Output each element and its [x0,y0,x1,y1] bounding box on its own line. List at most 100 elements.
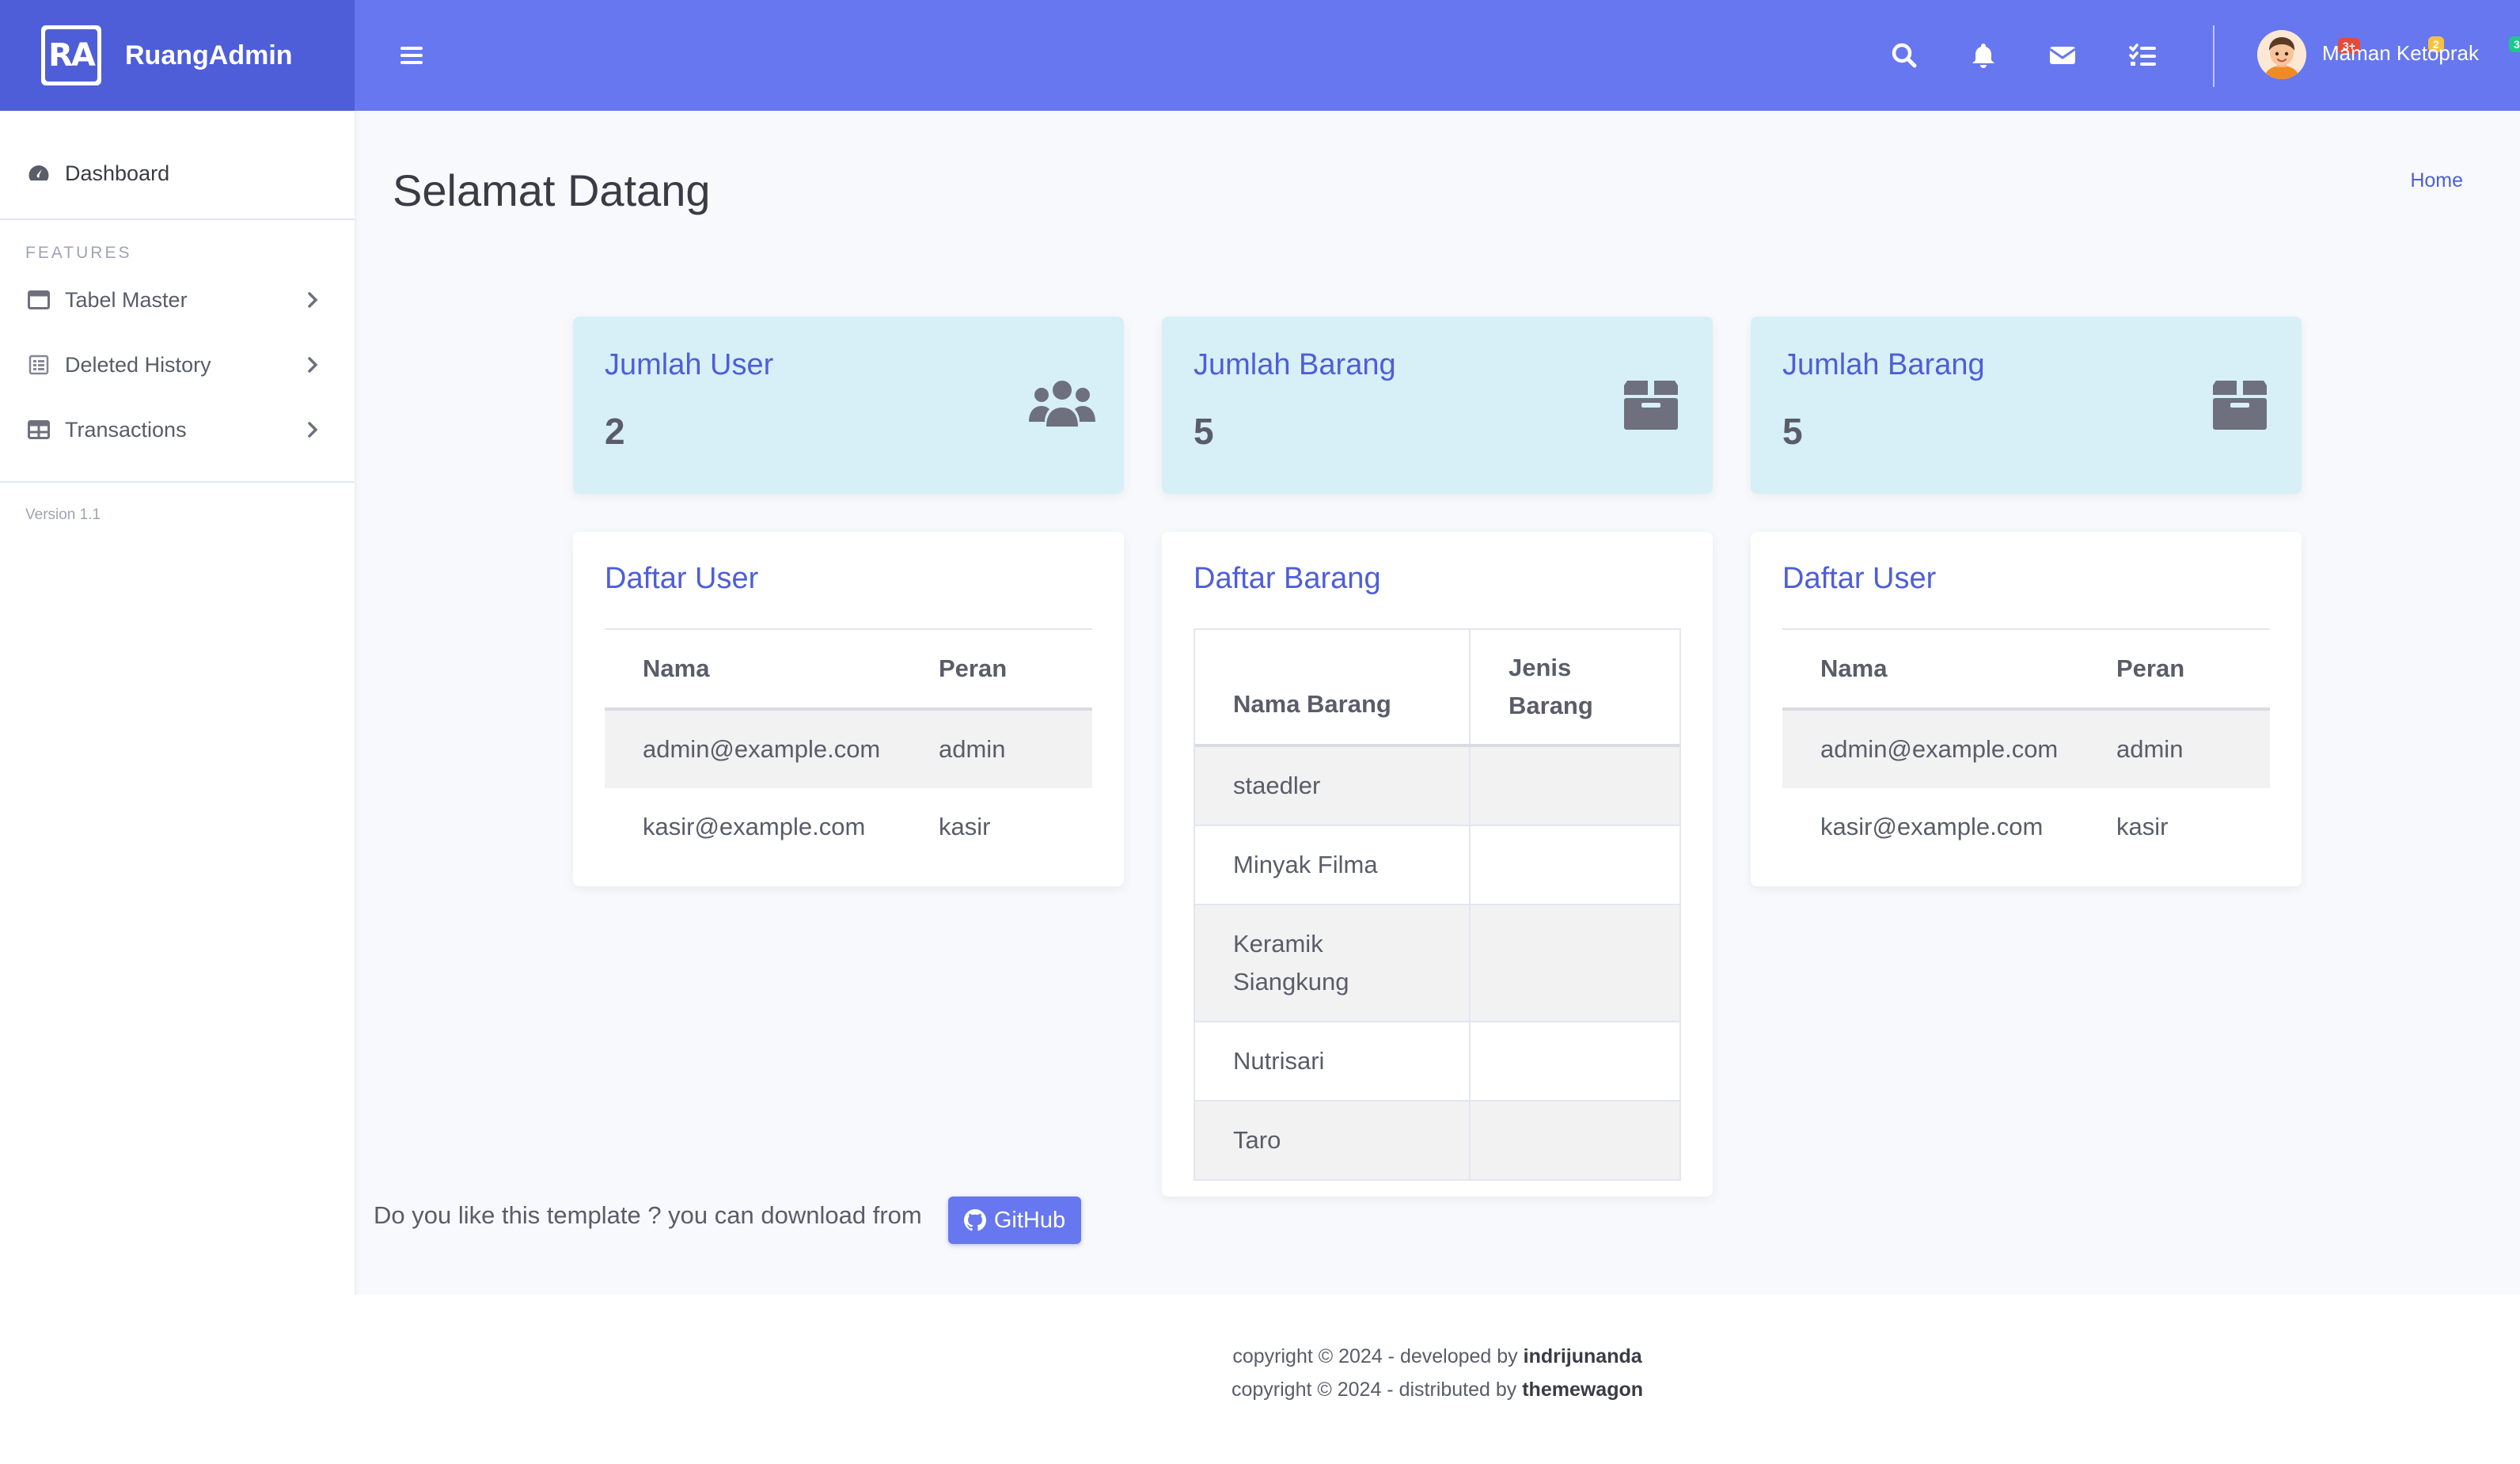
tasks-badge: 3 [2509,36,2520,52]
footer-text: copyright © 2024 - developed by [1232,1345,1518,1367]
breadcrumb-home[interactable]: Home [2410,169,2463,192]
user-table: Nama Peran admin@example.com admin kasir… [1782,628,2270,866]
github-button[interactable]: GitHub [948,1197,1081,1244]
table-row: admin@example.com admin [1782,711,2270,788]
menu-toggle-icon[interactable] [396,40,427,71]
table-cell: staedler [1195,747,1471,825]
table-row: staedler [1195,747,1679,825]
chevron-right-icon [299,351,326,378]
sidebar-heading: FEATURES [25,244,132,262]
table-row: kasir@example.com kasir [1782,788,2270,866]
avatar[interactable] [2257,30,2306,79]
envelope-icon[interactable] [2047,40,2078,71]
bell-icon[interactable] [1968,40,1999,71]
column-header: Peran [2116,654,2185,682]
column-header: Peran [939,654,1008,682]
column-header: Nama [643,654,710,682]
user-table: Nama Peran admin@example.com admin kasir… [605,628,1092,866]
github-button-label: GitHub [993,1207,1066,1233]
footer-link[interactable]: themewagon [1522,1379,1643,1401]
table-cell: admin@example.com [643,735,881,763]
stat-value: 5 [1194,411,1214,452]
table-cell: kasir [939,813,991,840]
brand[interactable]: RA RuangAdmin [0,0,355,111]
table-cell: admin [2116,735,2184,763]
table-header-row: Nama Peran [605,630,1092,711]
brand-logo: RA [41,25,101,85]
table-cell: kasir [2116,813,2169,840]
user-table-card-2: Daftar User Nama Peran admin@example.com… [1751,532,2302,886]
footer-line-1: copyright © 2024 - developed by indrijun… [355,1345,2520,1368]
table-cell: Taro [1195,1102,1471,1179]
table-row: Keramik Siangkung [1195,904,1679,1021]
tasks-icon[interactable] [2127,40,2159,71]
topbar-divider [2213,25,2214,87]
table-cell: admin@example.com [1820,735,2059,763]
brand-logo-text: RA [45,29,97,82]
barang-table: Nama Barang Jenis Barang staedler Minyak… [1194,628,1681,1181]
table-header-row: Nama Peran [1782,630,2270,711]
table-row: kasir@example.com kasir [605,788,1092,866]
table-row: admin@example.com admin [605,711,1092,788]
sidebar-item-label: Dashboard [65,161,170,185]
stat-label: Jumlah User [605,348,774,381]
footer: copyright © 2024 - developed by indrijun… [355,1295,2520,1464]
version-label: Version 1.1 [25,506,101,523]
user-table-card: Daftar User Nama Peran admin@example.com… [573,532,1124,886]
github-icon [963,1209,986,1231]
column-header: Nama Barang [1195,630,1471,744]
table-row: Nutrisari [1195,1021,1679,1100]
box-icon [1618,375,1684,432]
sidebar-item-label: Transactions [65,417,187,442]
table-cell: kasir@example.com [643,813,866,840]
card-title: Daftar Barang [1194,562,1381,595]
table-cell: Minyak Filma [1195,826,1471,904]
table-cell [1471,905,1679,1021]
table-cell: kasir@example.com [1820,813,2044,840]
chevron-right-icon [299,416,326,443]
stat-card-barang: Jumlah Barang 5 [1162,317,1713,494]
promo-text: Do you like this template ? you can down… [374,1201,922,1229]
stat-value: 5 [1782,411,1803,452]
stat-card-users: Jumlah User 2 [573,317,1124,494]
card-title: Daftar User [1782,562,1937,595]
table-row: Taro [1195,1100,1679,1179]
page-title: Selamat Datang [393,165,711,215]
footer-link[interactable]: indrijunanda [1524,1345,1642,1367]
search-icon[interactable] [1888,40,1920,71]
users-icon [1029,375,1095,432]
box-icon [2207,375,2273,432]
stat-label: Jumlah Barang [1194,348,1396,381]
table-icon [25,416,52,443]
table-row: Minyak Filma [1195,825,1679,904]
footer-text: copyright © 2024 - distributed by [1231,1379,1517,1401]
window-icon [25,286,52,313]
user-name[interactable]: Maman Ketoprak [2322,41,2479,66]
sidebar-item-dashboard[interactable]: Dashboard [0,128,355,220]
table-cell [1471,747,1679,825]
barang-table-card: Daftar Barang Nama Barang Jenis Barang s… [1162,532,1713,1197]
card-title: Daftar User [605,562,759,595]
stat-label: Jumlah Barang [1782,348,1985,381]
list-alt-icon [25,351,52,378]
sidebar-item-transactions[interactable]: Transactions [0,397,355,462]
stat-card-barang-2: Jumlah Barang 5 [1751,317,2302,494]
sidebar-item-tabel-master[interactable]: Tabel Master [0,267,355,332]
table-cell: Keramik Siangkung [1195,905,1471,1021]
sidebar: RA RuangAdmin Dashboard FEATURES Tabel M… [0,0,355,1464]
topbar: 3+ 2 3 Maman Ketoprak [355,0,2520,111]
table-cell: admin [939,735,1006,763]
sidebar-item-label: Tabel Master [65,287,188,312]
footer-line-2: copyright © 2024 - distributed by themew… [355,1379,2520,1401]
table-header-row: Nama Barang Jenis Barang [1195,630,1679,747]
chevron-right-icon [299,286,326,313]
column-header: Jenis Barang [1509,654,1593,719]
brand-name: RuangAdmin [125,40,293,70]
table-cell [1471,826,1679,904]
column-header: Nama [1820,654,1888,682]
stat-value: 2 [605,411,625,452]
table-cell [1471,1022,1679,1100]
sidebar-item-deleted-history[interactable]: Deleted History [0,332,355,397]
tachometer-icon [25,160,52,187]
table-cell [1471,1102,1679,1179]
